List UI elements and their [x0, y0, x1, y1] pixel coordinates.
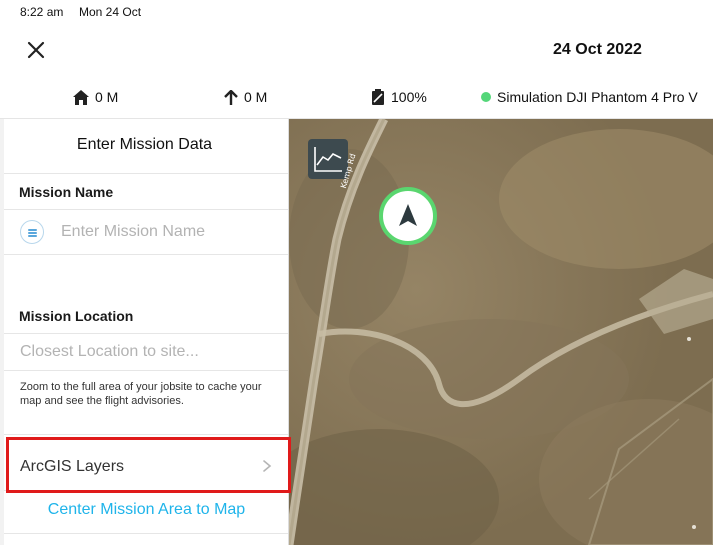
mission-location-field[interactable]: Closest Location to site... [4, 334, 288, 378]
chevron-right-icon [263, 460, 272, 472]
telemetry-bar: 0 M 0 M 100% Simulation DJI Phantom 4 Pr… [0, 76, 713, 119]
divider [4, 173, 288, 174]
status-date: Mon 24 Oct [79, 5, 142, 19]
home-icon [73, 89, 89, 105]
mission-name-label: Mission Name [19, 184, 114, 200]
altitude-value: 0 M [244, 89, 268, 105]
panel-title: Enter Mission Data [76, 136, 213, 153]
battery: 100% [371, 89, 427, 105]
drone-marker[interactable] [378, 186, 438, 246]
mission-location-label: Mission Location [19, 308, 134, 324]
battery-value: 100% [391, 89, 427, 105]
close-icon [27, 41, 45, 59]
location-hint: Zoom to the full area of your jobsite to… [20, 381, 262, 407]
arrow-up-icon [224, 89, 238, 105]
aircraft-status: Simulation DJI Phantom 4 Pro V [481, 89, 698, 105]
mission-name-placeholder: Enter Mission Name [61, 223, 206, 240]
list-icon [20, 220, 44, 244]
close-button[interactable] [24, 38, 48, 62]
center-mission-area-link[interactable]: Center Mission Area to Map [0, 501, 288, 519]
arcgis-layers-row[interactable]: ArcGIS Layers [4, 445, 288, 489]
arcgis-layers-label: ArcGIS Layers [20, 458, 125, 475]
location-placeholder: Closest Location to site... [20, 343, 199, 360]
mission-panel: Enter Mission Data Mission Name Enter Mi… [0, 119, 289, 545]
home-distance-value: 0 M [95, 89, 119, 105]
map-imagery [289, 119, 713, 545]
divider [4, 434, 288, 435]
altitude: 0 M [224, 89, 267, 105]
nav-bar: 24 Oct 2022 [0, 24, 713, 76]
divider [4, 254, 288, 255]
navigation-arrow-icon [379, 187, 437, 245]
mission-name-field[interactable]: Enter Mission Name [4, 210, 288, 254]
satellite-map[interactable]: Kemp Rd [289, 119, 713, 545]
battery-icon [372, 89, 384, 105]
panel-edge [0, 119, 4, 545]
divider [4, 490, 288, 491]
divider [4, 533, 288, 534]
page-title: 24 Oct 2022 [553, 41, 642, 58]
connection-status-dot [481, 92, 491, 102]
status-bar: 8:22 am Mon 24 Oct [0, 0, 713, 24]
home-distance: 0 M [73, 89, 118, 105]
divider [4, 370, 288, 371]
status-time: 8:22 am [20, 5, 64, 19]
aircraft-name: Simulation DJI Phantom 4 Pro V [497, 89, 698, 105]
